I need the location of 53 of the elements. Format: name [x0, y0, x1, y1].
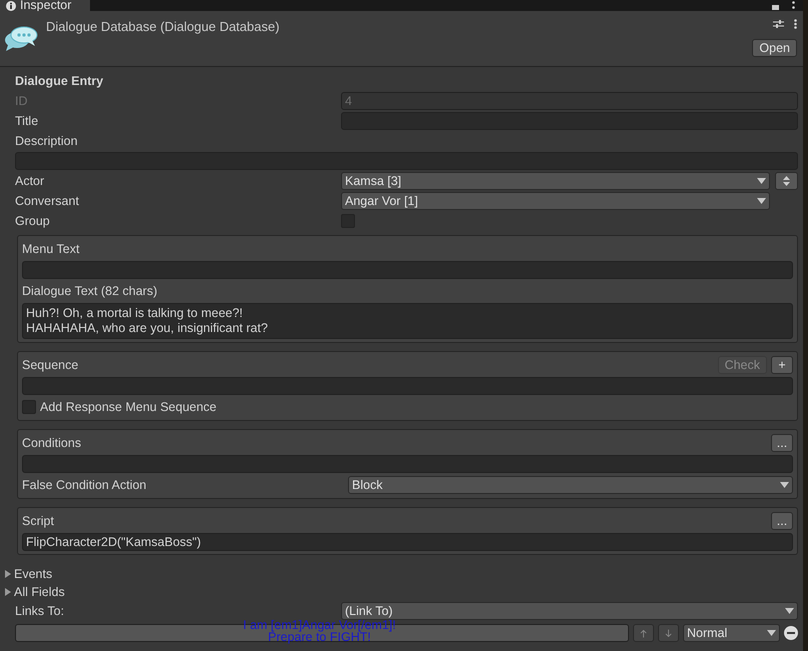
caret-icon — [780, 482, 789, 488]
field-label: Dialogue Text (82 chars) — [22, 284, 158, 298]
field-label: Links To: — [15, 604, 66, 618]
field-label: Script — [22, 514, 54, 528]
dropdown[interactable]: Angar Vor [1] — [341, 192, 770, 210]
object-title: Dialogue Database (Dialogue Database) — [46, 18, 280, 36]
foldout-label[interactable]: All Fields — [14, 585, 65, 599]
swap-button[interactable] — [775, 172, 798, 190]
field-label: Conditions — [22, 436, 82, 450]
field-label: Group — [15, 214, 51, 228]
field-label: Description — [15, 134, 79, 148]
add-button[interactable]: + — [771, 356, 793, 374]
caret-icon — [785, 608, 794, 614]
inspector-tab[interactable]: Inspector — [0, 0, 90, 11]
open-button[interactable]: Open — [752, 39, 797, 57]
dropdown[interactable]: Normal — [683, 624, 780, 642]
sliders-icon[interactable] — [773, 19, 784, 29]
up-down-icon — [783, 176, 790, 186]
more-icon[interactable] — [794, 19, 797, 29]
text-field[interactable] — [22, 261, 793, 279]
field-label: Title — [15, 114, 40, 128]
checkbox[interactable] — [22, 400, 36, 414]
dropdown[interactable]: Block — [348, 476, 793, 494]
remove-icon[interactable] — [784, 626, 798, 640]
more-button[interactable]: ... — [771, 512, 793, 530]
checkbox-label: Add Response Menu Sequence — [40, 400, 217, 414]
dropdown[interactable]: Kamsa [3] — [341, 172, 770, 190]
text-field[interactable] — [22, 455, 793, 473]
move-up-button[interactable] — [633, 624, 654, 642]
text-field[interactable] — [22, 377, 793, 395]
link-preview-text: I am [em1]Angar Vor[/em1]! Prepare to FIGHT! — [243, 619, 396, 643]
tab-title: Inspector — [20, 0, 72, 11]
up-arrow-icon — [640, 628, 647, 638]
down-arrow-icon — [665, 628, 672, 638]
foldout-label[interactable]: Events — [14, 567, 52, 581]
triangle-icon[interactable] — [4, 588, 12, 596]
field-label: Sequence — [22, 358, 78, 372]
dropdown[interactable]: (Link To) — [341, 602, 798, 620]
caret-icon — [757, 178, 766, 184]
more-icon[interactable] — [792, 1, 795, 10]
speech-bubbles-icon — [4, 25, 38, 51]
dialogue-text-area[interactable]: Huh?! Oh, a mortal is talking to meee?! HAHAHAHA, who are you, insignificant rat? — [22, 303, 793, 339]
text-field[interactable]: FlipCharacter2D("KamsaBoss") — [22, 533, 793, 551]
field-label: Menu Text — [22, 242, 80, 256]
move-down-button[interactable] — [658, 624, 679, 642]
caret-icon — [767, 630, 776, 636]
caret-icon — [757, 198, 766, 204]
section-title: Dialogue Entry — [15, 74, 104, 88]
field-label: Conversant — [15, 194, 80, 208]
triangle-icon[interactable] — [4, 570, 12, 578]
field-label: Actor — [15, 174, 46, 188]
field-label: False Condition Action — [22, 478, 148, 492]
more-button[interactable]: ... — [771, 434, 793, 452]
